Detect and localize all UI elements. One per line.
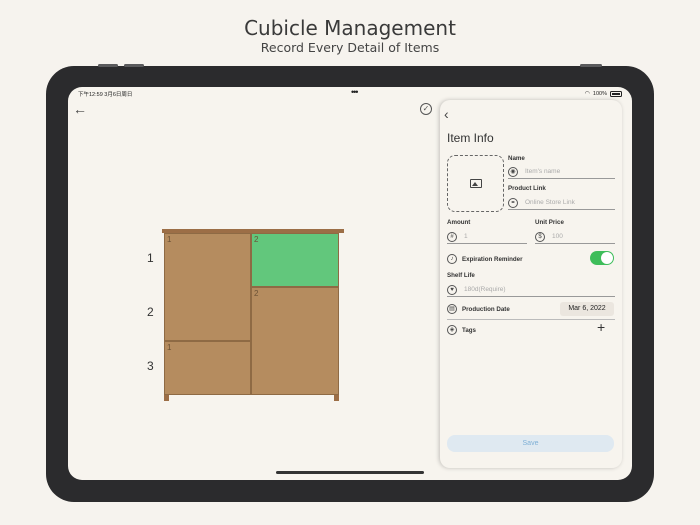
amount-label: Amount [447, 219, 471, 226]
plus-icon[interactable]: + [597, 319, 605, 335]
image-picker[interactable] [447, 155, 504, 212]
cabinet-leg [164, 395, 169, 401]
unit-price-field[interactable]: $ 100 [535, 230, 615, 244]
heart-circle-icon: ♥ [447, 285, 457, 295]
unit-price-label: Unit Price [535, 219, 564, 226]
battery-icon [610, 90, 622, 97]
volume-button [98, 64, 118, 67]
dollar-circle-icon: $ [535, 232, 545, 242]
product-link-label: Product Link [508, 185, 546, 192]
cabinet-leg [334, 395, 339, 401]
link-circle-icon: ⚭ [508, 198, 518, 208]
photo-icon [470, 179, 482, 188]
panel-title: Item Info [447, 131, 494, 145]
row-label: 1 [147, 251, 154, 265]
shelf-life-label: Shelf Life [447, 272, 475, 279]
arrow-left-icon[interactable]: ← [73, 101, 87, 117]
cabinet-cell[interactable]: 1 [164, 233, 251, 341]
bell-circle-icon: ♪ [447, 254, 457, 264]
cabinet-cell-selected[interactable]: 2 [251, 233, 339, 287]
cabinet-cell[interactable]: 2 [251, 287, 339, 395]
save-button[interactable]: Save [447, 435, 614, 452]
volume-button [124, 64, 144, 67]
item-info-panel: ‹ Item Info Name ◉ Item's name Product L… [440, 100, 622, 468]
cell-label: 1 [167, 235, 172, 244]
tag-icon: ◈ [447, 325, 457, 335]
amount-field[interactable]: # 1 [447, 230, 527, 244]
product-link-placeholder: Online Store Link [525, 199, 575, 206]
power-button [580, 64, 602, 67]
name-field[interactable]: ◉ Item's name [508, 165, 615, 179]
production-date-picker[interactable]: Mar 6, 2022 [560, 302, 614, 316]
row-label: 3 [147, 359, 154, 373]
row-label: 2 [147, 305, 154, 319]
amount-placeholder: 1 [464, 233, 468, 240]
shelf-life-field[interactable]: ♥ 180d(Require) [447, 283, 615, 297]
expiration-reminder-toggle[interactable] [590, 251, 614, 265]
tablet-frame: 下午12:59 3月6日周日 ••• ◠ 100% ← ✓ 1 2 3 1 2 [46, 64, 654, 502]
checkmark-circle-icon[interactable]: ✓ [420, 103, 432, 115]
ellipsis-icon[interactable]: ••• [351, 87, 359, 97]
wifi-icon: ◠ [584, 91, 590, 97]
home-indicator [276, 471, 424, 474]
battery-percent: 100% [592, 90, 607, 97]
cell-label: 2 [254, 235, 259, 244]
name-label: Name [508, 155, 525, 162]
status-time: 下午12:59 3月6日周日 [78, 92, 133, 98]
shelf-life-placeholder: 180d(Require) [464, 286, 506, 293]
product-link-field[interactable]: ⚭ Online Store Link [508, 196, 615, 210]
production-date-label: Production Date [462, 306, 510, 313]
cell-label: 2 [254, 289, 259, 298]
calendar-circle-icon: ▤ [447, 304, 457, 314]
status-bar: 下午12:59 3月6日周日 ••• ◠ 100% [78, 87, 622, 100]
unit-price-placeholder: 100 [552, 233, 563, 240]
promo-subtitle: Record Every Detail of Items [260, 40, 440, 55]
tag-circle-icon: ◉ [508, 167, 518, 177]
expiration-reminder-label: Expiration Reminder [462, 256, 523, 263]
cabinet-cell[interactable]: 1 [164, 341, 251, 395]
divider [447, 319, 615, 320]
name-placeholder: Item's name [525, 168, 561, 175]
tags-label: Tags [462, 327, 476, 334]
chevron-left-icon[interactable]: ‹ [444, 106, 449, 122]
promo-title: Cubicle Management [244, 16, 456, 40]
screen: 下午12:59 3月6日周日 ••• ◠ 100% ← ✓ 1 2 3 1 2 [68, 87, 632, 480]
number-circle-icon: # [447, 232, 457, 242]
cell-label: 1 [167, 343, 172, 352]
